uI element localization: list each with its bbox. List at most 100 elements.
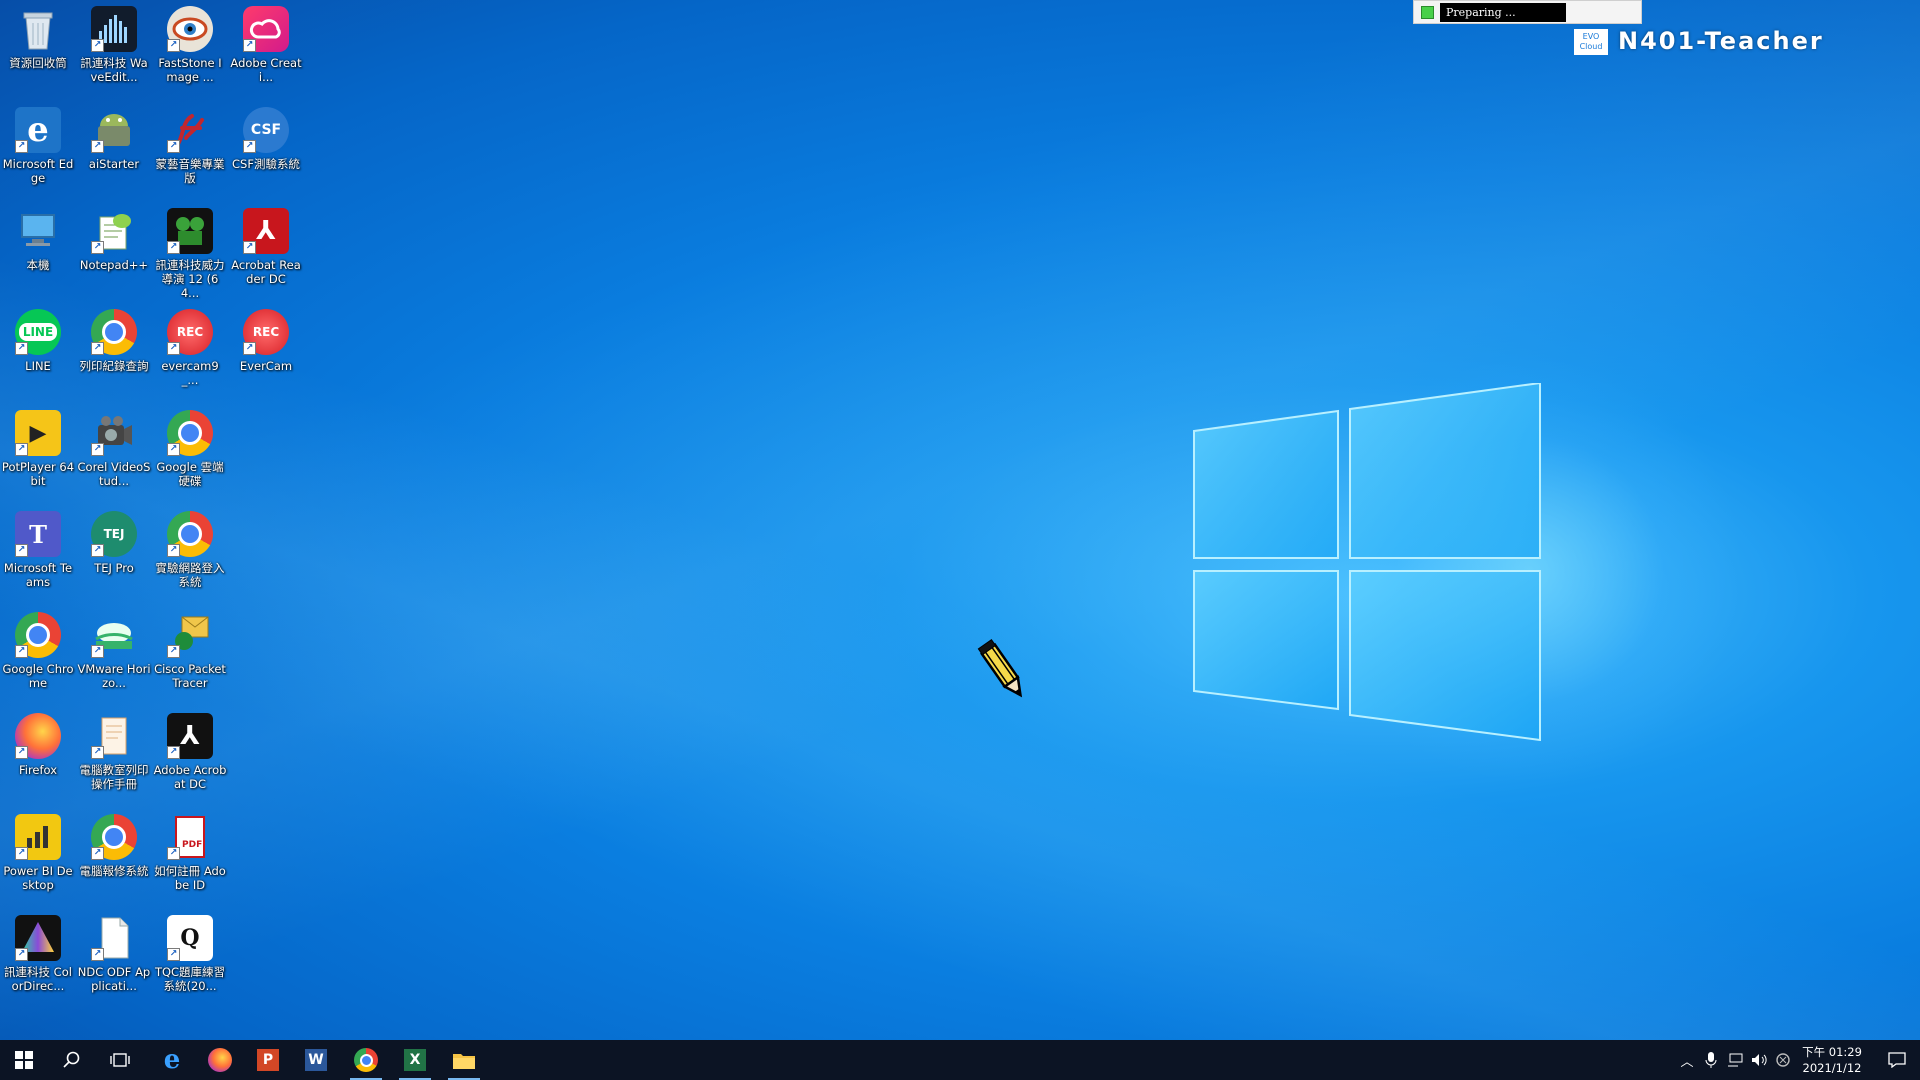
desktop-icon-edge[interactable]: e ↗ Microsoft Edge (1, 107, 75, 185)
desktop-icon-adobe-id-pdf[interactable]: PDF ↗ 如何註冊 Adobe ID (153, 814, 227, 892)
odf-application-icon: ↗ (91, 915, 137, 961)
shortcut-arrow-icon: ↗ (91, 241, 104, 254)
desktop-icon-tqc[interactable]: Q ↗ TQC題庫練習系統(20... (153, 915, 227, 993)
desktop-icon-repair-system[interactable]: ↗ 電腦報修系統 (77, 814, 151, 878)
icon-label: Adobe Acrobat DC (153, 763, 227, 791)
firefox-icon: ↗ (15, 713, 61, 759)
desktop-icon-music-pro[interactable]: ↗ 蒙藝音樂專業版 (153, 107, 227, 185)
desktop-icon-acrobat-reader[interactable]: ⅄ ↗ Acrobat Reader DC (229, 208, 303, 286)
desktop-icon-potplayer[interactable]: ▶ ↗ PotPlayer 64 bit (1, 410, 75, 488)
taskbar-edge[interactable]: e (148, 1040, 196, 1080)
desktop-icon-waveeditor[interactable]: ↗ 訊連科技 WaveEdit... (77, 6, 151, 84)
desktop-icon-firefox[interactable]: ↗ Firefox (1, 713, 75, 777)
shortcut-arrow-icon: ↗ (167, 948, 180, 961)
desktop-icon-corel-videostudio[interactable]: ↗ Corel VideoStud... (77, 410, 151, 488)
icon-label: Power BI Desktop (3, 864, 73, 892)
csf-icon: CSF ↗ (243, 107, 289, 153)
desktop-icon-evercam-setup[interactable]: REC ↗ evercam9_... (153, 309, 227, 387)
aistarter-icon: ↗ (91, 107, 137, 153)
shortcut-arrow-icon: ↗ (15, 544, 28, 557)
desktop-icon-vmware-horizon[interactable]: ↗ VMware Horizo... (77, 612, 151, 690)
chrome-icon (354, 1048, 378, 1072)
icon-label: NDC ODF Applicati... (77, 965, 151, 993)
desktop-icon-line[interactable]: LINE ↗ LINE (1, 309, 75, 373)
icon-label: 列印紀錄查詢 (79, 359, 149, 373)
windows-start-icon (15, 1051, 33, 1069)
icon-label: TQC題庫練習系統(20... (154, 965, 226, 993)
desktop-icon-recycle-bin[interactable]: 資源回收筒 (1, 6, 75, 70)
icon-label: Google Chrome (2, 662, 74, 690)
shortcut-arrow-icon: ↗ (91, 39, 104, 52)
icon-label: Cisco Packet Tracer (154, 662, 226, 690)
shortcut-arrow-icon: ↗ (167, 544, 180, 557)
taskbar-clock[interactable]: 下午 01:29 2021/1/12 (1790, 1044, 1874, 1076)
file-explorer-icon (453, 1054, 475, 1069)
desktop-icon-colordirector[interactable]: ↗ 訊連科技 ColorDirec... (1, 915, 75, 993)
taskbar-file-explorer[interactable] (440, 1040, 488, 1080)
icon-label: Acrobat Reader DC (231, 258, 301, 286)
teams-icon: T ↗ (15, 511, 61, 557)
icon-label: CSF測驗系統 (232, 157, 300, 171)
shortcut-arrow-icon: ↗ (167, 746, 180, 759)
shortcut-arrow-icon: ↗ (15, 443, 28, 456)
shortcut-arrow-icon: ↗ (91, 746, 104, 759)
desktop-icon-acrobat-dc[interactable]: ⅄ ↗ Adobe Acrobat DC (153, 713, 227, 791)
icon-label: evercam9_... (161, 359, 219, 387)
start-button[interactable] (0, 1040, 48, 1080)
tray-network[interactable] (1724, 1040, 1746, 1080)
tray-volume[interactable] (1748, 1040, 1770, 1080)
desktop-icon-print-manual[interactable]: ↗ 電腦教室列印操作手冊 (77, 713, 151, 791)
icon-label: FastStone Image ... (158, 56, 222, 84)
desktop-icon-this-pc[interactable]: 本機 (1, 208, 75, 272)
desktop-icon-ndc-odf[interactable]: ↗ NDC ODF Applicati... (77, 915, 151, 993)
desktop-icon-teams[interactable]: T ↗ Microsoft Teams (1, 511, 75, 589)
line-icon: LINE ↗ (15, 309, 61, 355)
icon-label: Google 雲端硬碟 (156, 460, 224, 488)
taskbar-word[interactable]: W (292, 1040, 340, 1080)
tray-overflow-button[interactable]: ︿ (1676, 1040, 1698, 1080)
desktop-icon-chrome[interactable]: ↗ Google Chrome (1, 612, 75, 690)
word-icon: W (305, 1049, 327, 1071)
desktop-icon-aistarter[interactable]: ↗ aiStarter (77, 107, 151, 171)
excel-icon: X (404, 1049, 426, 1071)
icon-label: 資源回收筒 (9, 56, 67, 70)
desktop-icon-print-query[interactable]: ↗ 列印紀錄查詢 (77, 309, 151, 373)
document-icon: ↗ (91, 713, 137, 759)
desktop-icon-evercam[interactable]: REC ↗ EverCam (229, 309, 303, 373)
taskbar-chrome[interactable] (342, 1040, 390, 1080)
task-view-button[interactable] (96, 1040, 144, 1080)
colordirector-icon: ↗ (15, 915, 61, 961)
tray-microphone[interactable] (1700, 1040, 1722, 1080)
desktop-icon-notepadpp[interactable]: ↗ Notepad++ (77, 208, 151, 272)
pencil-cursor-icon (977, 639, 1023, 698)
desktop-icon-network-login[interactable]: ↗ 實驗網路登入系統 (153, 511, 227, 589)
vmware-horizon-icon: ↗ (91, 612, 137, 658)
taskbar-excel[interactable]: X (391, 1040, 439, 1080)
status-indicator (1421, 6, 1434, 19)
icon-label: Firefox (18, 763, 58, 777)
hostname-label: N401-Teacher (1618, 27, 1824, 55)
desktop-icon-powerdirector[interactable]: ↗ 訊連科技威力導演 12 (64... (153, 208, 227, 300)
status-circle-icon (1776, 1053, 1790, 1067)
search-button[interactable] (48, 1040, 96, 1080)
notification-icon (1888, 1052, 1906, 1068)
corel-videostudio-icon: ↗ (91, 410, 137, 456)
taskbar: e P W X ︿ 下午 01:29 2021/1/12 (0, 1040, 1920, 1080)
action-center-button[interactable] (1877, 1040, 1917, 1080)
desktop-icon-tej-pro[interactable]: TEJ ↗ TEJ Pro (77, 511, 151, 575)
taskbar-firefox[interactable] (196, 1040, 244, 1080)
search-icon (63, 1051, 80, 1068)
icon-label: TEJ Pro (94, 561, 134, 575)
desktop-icon-cisco-packet-tracer[interactable]: ↗ Cisco Packet Tracer (153, 612, 227, 690)
desktop-icon-power-bi[interactable]: ↗ Power BI Desktop (1, 814, 75, 892)
shortcut-arrow-icon: ↗ (91, 140, 104, 153)
desktop-icon-faststone[interactable]: ↗ FastStone Image ... (153, 6, 227, 84)
shortcut-arrow-icon: ↗ (15, 342, 28, 355)
desktop-icon-adobe-cc[interactable]: ↗ Adobe Creati... (229, 6, 303, 84)
desktop-icon-google-drive[interactable]: ↗ Google 雲端硬碟 (153, 410, 227, 488)
desktop-icon-csf[interactable]: CSF ↗ CSF測驗系統 (229, 107, 303, 171)
chevron-up-icon: ︿ (1680, 1054, 1694, 1070)
shortcut-arrow-icon: ↗ (167, 140, 180, 153)
taskbar-powerpoint[interactable]: P (244, 1040, 292, 1080)
windows-logo (1193, 383, 1541, 741)
